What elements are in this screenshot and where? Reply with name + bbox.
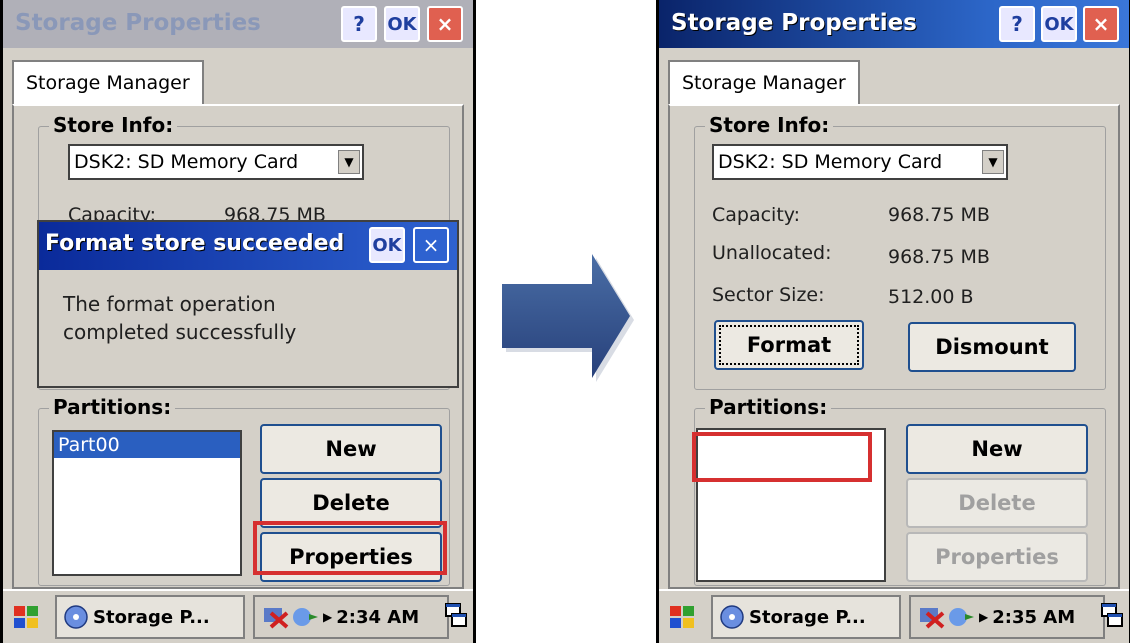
taskbar-task-label: Storage P... [93, 606, 210, 628]
store-select[interactable]: DSK2: SD Memory Card ▼ [712, 144, 1008, 180]
sector-size-value: 512.00 B [888, 286, 974, 308]
network-disconnected-icon[interactable] [261, 603, 291, 631]
dialog-message-line1: The format operation [63, 292, 276, 316]
format-button[interactable]: Format [714, 320, 864, 370]
highlight-empty-partitions [692, 432, 872, 482]
dialog-ok-button[interactable]: OK [369, 227, 405, 263]
properties-button[interactable]: Properties [906, 532, 1088, 582]
dialog-message-line2: completed successfully [63, 320, 297, 344]
desktop-icon[interactable] [1099, 601, 1125, 631]
window-title: Storage Properties [15, 10, 261, 36]
taskbar: Storage P... ▶ 2:34 AM [3, 589, 473, 643]
transition-arrow-icon [502, 254, 634, 382]
dialog-close-button[interactable]: × [413, 227, 449, 263]
desktop-icon[interactable] [443, 601, 469, 631]
help-button[interactable]: ? [999, 6, 1035, 42]
dialog-message: The format operation completed successfu… [63, 290, 296, 346]
sector-size-label: Sector Size: [712, 284, 825, 306]
highlight-properties [253, 521, 447, 575]
partitions-list[interactable]: Part00 [52, 430, 242, 576]
system-tray: ▶ 2:34 AM [253, 595, 449, 639]
store-info-label: Store Info: [705, 113, 834, 137]
tray-expand-icon[interactable]: ▶ [323, 610, 332, 624]
taskbar-task-button[interactable]: Storage P... [55, 595, 245, 639]
window-titlebar: Storage Properties ? OK × [3, 0, 473, 48]
taskbar-task-button[interactable]: Storage P... [711, 595, 901, 639]
clock[interactable]: 2:35 AM [992, 607, 1075, 628]
ok-button[interactable]: OK [384, 6, 420, 42]
chevron-down-icon[interactable]: ▼ [982, 150, 1004, 174]
new-button[interactable]: New [906, 424, 1088, 474]
tab-storage-manager[interactable]: Storage Manager [668, 60, 860, 106]
ok-button[interactable]: OK [1041, 6, 1077, 42]
window-titlebar: Storage Properties ? OK × [659, 0, 1129, 48]
tab-storage-manager[interactable]: Storage Manager [12, 60, 204, 106]
format-success-dialog: Format store succeeded OK × The format o… [37, 220, 459, 388]
close-button[interactable]: × [1083, 6, 1119, 42]
unallocated-label: Unallocated: [712, 242, 832, 264]
list-item[interactable]: Part00 [54, 432, 240, 458]
store-select[interactable]: DSK2: SD Memory Card ▼ [68, 144, 364, 180]
tray-expand-icon[interactable]: ▶ [979, 610, 988, 624]
partitions-label: Partitions: [705, 395, 832, 419]
chevron-down-icon[interactable]: ▼ [338, 150, 360, 174]
device-before: Storage Properties ? OK × Storage Manage… [0, 0, 476, 643]
taskbar-task-label: Storage P... [749, 606, 866, 628]
help-button[interactable]: ? [341, 6, 377, 42]
start-icon[interactable] [665, 601, 701, 633]
window-title: Storage Properties [671, 10, 917, 36]
connectivity-icon[interactable] [291, 606, 319, 628]
dialog-title: Format store succeeded [45, 231, 345, 256]
delete-button[interactable]: Delete [906, 478, 1088, 528]
store-select-value: DSK2: SD Memory Card [74, 151, 299, 173]
capacity-value: 968.75 MB [888, 204, 990, 226]
disk-icon [64, 605, 88, 629]
tab-panel: Store Info: DSK2: SD Memory Card ▼ Capac… [668, 104, 1120, 589]
device-after: Storage Properties ? OK × Storage Manage… [656, 0, 1130, 643]
network-disconnected-icon[interactable] [917, 603, 947, 631]
start-icon[interactable] [9, 601, 45, 633]
new-button[interactable]: New [260, 424, 442, 474]
system-tray: ▶ 2:35 AM [909, 595, 1105, 639]
close-button[interactable]: × [427, 6, 463, 42]
store-info-label: Store Info: [49, 113, 178, 137]
capacity-label: Capacity: [712, 204, 801, 226]
connectivity-icon[interactable] [947, 606, 975, 628]
unallocated-value: 968.75 MB [888, 246, 990, 268]
clock[interactable]: 2:34 AM [336, 607, 419, 628]
dismount-button[interactable]: Dismount [908, 322, 1076, 372]
taskbar: Storage P... ▶ 2:35 AM [659, 589, 1129, 643]
disk-icon [720, 605, 744, 629]
store-select-value: DSK2: SD Memory Card [718, 151, 943, 173]
dialog-titlebar: Format store succeeded OK × [39, 222, 457, 270]
partitions-label: Partitions: [49, 395, 176, 419]
